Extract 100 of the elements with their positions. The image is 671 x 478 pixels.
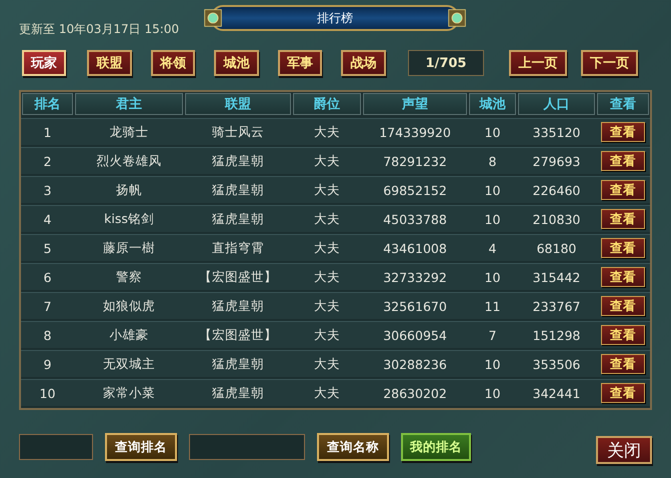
- tab[interactable]: 军事: [278, 50, 322, 76]
- query-button[interactable]: 查询名称: [317, 433, 389, 461]
- table-cell-text: 315442: [532, 270, 582, 284]
- tab[interactable]: 城池: [214, 50, 259, 76]
- tab[interactable]: 玩家: [22, 50, 66, 76]
- table-cell-text: 猛虎皇朝: [211, 384, 265, 402]
- close-button[interactable]: 关闭: [596, 436, 652, 464]
- column-header: 联盟: [185, 93, 291, 115]
- table-cell-text: 30288236: [382, 356, 448, 372]
- table-cell-text: 烈火卷雄风: [96, 152, 162, 170]
- table-cell-text: 4: [42, 212, 52, 226]
- view-button[interactable]: 查看: [601, 267, 645, 287]
- table-cell-text: 大夫: [313, 152, 341, 170]
- table-cell-text: 8: [488, 154, 498, 168]
- table-cell-text: 猛虎皇朝: [211, 210, 265, 228]
- view-button[interactable]: 查看: [601, 325, 645, 345]
- view-button[interactable]: 查看: [601, 354, 645, 374]
- page-indicator: 1/705: [408, 50, 484, 76]
- view-button[interactable]: 查看: [601, 238, 645, 258]
- view-button[interactable]: 查看: [601, 151, 645, 171]
- table-cell-text: 小雄豪: [108, 326, 150, 344]
- table-cell-text: 68180: [536, 240, 578, 256]
- table-cell-text: 9: [42, 356, 52, 372]
- tab[interactable]: 联盟: [87, 50, 132, 76]
- table-cell-text: 7: [42, 298, 52, 314]
- column-header: 查看: [597, 93, 649, 115]
- tab[interactable]: 将领: [150, 50, 196, 76]
- table-cell-text: 43461008: [382, 240, 448, 256]
- table-cell-text: 猛虎皇朝: [211, 298, 265, 314]
- table-cell-text: 10: [484, 182, 502, 198]
- table-cell-text: kiss铭剑: [103, 210, 155, 228]
- table-cell-text: 猛虎皇朝: [211, 182, 265, 198]
- table-cell-text: 342441: [532, 386, 582, 400]
- table-cell-text: 335120: [532, 124, 582, 140]
- table-cell-text: 大夫: [313, 326, 341, 344]
- table-cell-text: 174339920: [378, 124, 452, 140]
- input-field[interactable]: [19, 434, 93, 460]
- table-cell-text: 骑士风云: [211, 124, 265, 140]
- table-cell-text: 151298: [532, 328, 582, 342]
- table-cell-text: 大夫: [313, 124, 341, 140]
- table-cell-text: 226460: [532, 182, 582, 198]
- my-rank-button[interactable]: 我的排名: [401, 433, 471, 461]
- table-cell-text: 69852152: [382, 182, 448, 198]
- table-cell-text: 10: [38, 386, 56, 400]
- table-cell-text: 10: [484, 270, 502, 284]
- table-cell-text: 大夫: [313, 268, 341, 286]
- query-button[interactable]: 查询排名: [105, 433, 177, 461]
- table-cell-text: 1: [42, 124, 52, 140]
- table-cell-text: 279693: [532, 154, 582, 168]
- column-header: 君主: [75, 93, 183, 115]
- table-cell-text: 大夫: [313, 210, 341, 228]
- table-cell-text: 6: [42, 270, 52, 284]
- table-cell-text: 210830: [532, 212, 582, 226]
- table-cell-text: 大夫: [313, 384, 341, 402]
- table-cell-text: 大夫: [313, 182, 341, 198]
- column-header: 声望: [363, 93, 467, 115]
- table-cell-text: 扬帆: [115, 182, 143, 198]
- column-header: 爵位: [293, 93, 361, 115]
- table-cell-text: 如狼似虎: [102, 298, 156, 314]
- table-cell-text: 大夫: [313, 298, 341, 314]
- column-header: 排名: [22, 93, 73, 115]
- update-time: 更新至 10年03月17日 15:00: [19, 21, 180, 38]
- table-cell-text: 5: [42, 240, 52, 256]
- table-cell-text: 大夫: [313, 240, 341, 256]
- view-button[interactable]: 查看: [601, 180, 645, 200]
- view-button[interactable]: 查看: [601, 209, 645, 229]
- jade-ornament-icon: [447, 8, 467, 28]
- table-cell-text: 28630202: [382, 386, 448, 400]
- table-cell-text: 2: [42, 154, 52, 168]
- table-cell-text: 【宏图盛世】: [198, 326, 278, 344]
- table-cell-text: 龙骑士: [108, 124, 150, 140]
- view-button[interactable]: 查看: [601, 122, 645, 142]
- table-cell-text: 8: [42, 328, 52, 342]
- table-cell-text: 11: [484, 298, 502, 314]
- tab[interactable]: 战场: [341, 50, 386, 76]
- input-field[interactable]: [189, 434, 305, 460]
- window-title: 排行榜: [317, 10, 353, 26]
- table-cell-text: 猛虎皇朝: [211, 356, 265, 372]
- jade-ornament-icon: [203, 8, 223, 28]
- table-cell-text: 10: [484, 386, 502, 400]
- view-button[interactable]: 查看: [601, 296, 645, 316]
- table-cell-text: 无双城主: [102, 356, 156, 372]
- column-header: 城池: [469, 93, 516, 115]
- table-cell-text: 45033788: [382, 212, 448, 226]
- table-cell-text: 10: [484, 124, 502, 140]
- table-cell-text: 直指穹霄: [211, 240, 265, 256]
- table-cell-text: 10: [484, 356, 502, 372]
- table-cell-text: 353506: [532, 356, 582, 372]
- table-cell-text: 78291232: [382, 154, 448, 168]
- table-cell-text: 233767: [532, 298, 582, 314]
- table-cell-text: 警察: [115, 268, 143, 286]
- column-header: 人口: [518, 93, 595, 115]
- table-cell-text: 10: [484, 212, 502, 226]
- table-cell-text: 家常小菜: [102, 384, 156, 402]
- table-cell-text: 7: [488, 328, 498, 342]
- view-button[interactable]: 查看: [601, 383, 645, 403]
- page-button[interactable]: 上一页: [509, 50, 567, 76]
- table-cell-text: 猛虎皇朝: [211, 152, 265, 170]
- page-button[interactable]: 下一页: [580, 50, 638, 76]
- table-cell-text: 32733292: [382, 270, 448, 284]
